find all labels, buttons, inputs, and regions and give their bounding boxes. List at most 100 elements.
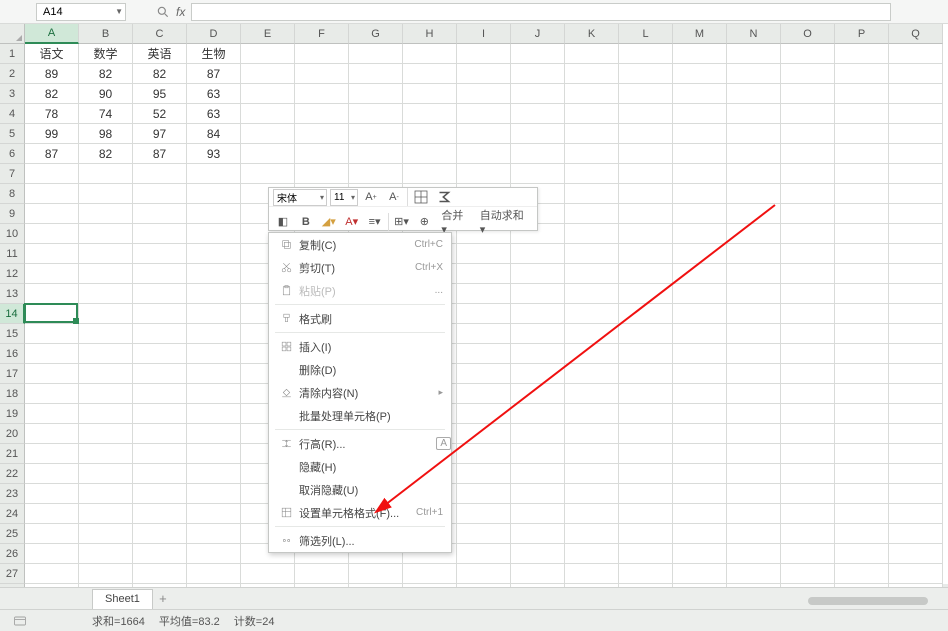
cell[interactable] — [619, 204, 673, 224]
cell[interactable]: 82 — [25, 84, 79, 104]
cell[interactable] — [673, 164, 727, 184]
cell[interactable] — [25, 424, 79, 444]
cell[interactable] — [79, 424, 133, 444]
cell[interactable] — [673, 324, 727, 344]
cell[interactable] — [781, 544, 835, 564]
cell[interactable] — [727, 204, 781, 224]
table-icon[interactable] — [411, 188, 431, 206]
cell[interactable] — [835, 344, 889, 364]
cell[interactable] — [835, 264, 889, 284]
cell[interactable] — [889, 144, 943, 164]
row-header-21[interactable]: 21 — [0, 444, 25, 464]
cell[interactable] — [781, 44, 835, 64]
cell[interactable] — [727, 284, 781, 304]
cell[interactable] — [889, 444, 943, 464]
cell[interactable] — [673, 224, 727, 244]
cell[interactable] — [511, 564, 565, 584]
horizontal-scrollbar-thumb[interactable] — [808, 597, 928, 605]
cell[interactable] — [79, 384, 133, 404]
cell[interactable] — [25, 204, 79, 224]
cell[interactable] — [727, 44, 781, 64]
cell[interactable] — [511, 44, 565, 64]
cell[interactable] — [187, 184, 241, 204]
cell[interactable] — [781, 124, 835, 144]
cell[interactable] — [187, 404, 241, 424]
cell[interactable] — [565, 444, 619, 464]
menu-item[interactable]: 隐藏(H) — [269, 455, 451, 478]
cell[interactable] — [511, 284, 565, 304]
cell[interactable] — [133, 284, 187, 304]
cell[interactable] — [673, 404, 727, 424]
cell[interactable]: 98 — [79, 124, 133, 144]
cell[interactable] — [889, 284, 943, 304]
add-sheet-button[interactable]: + — [153, 589, 173, 609]
column-header-N[interactable]: N — [727, 24, 781, 44]
cell[interactable] — [457, 424, 511, 444]
cell[interactable] — [133, 524, 187, 544]
cell[interactable] — [781, 324, 835, 344]
cell[interactable] — [511, 124, 565, 144]
cell[interactable] — [295, 564, 349, 584]
cell[interactable] — [835, 304, 889, 324]
cell[interactable] — [565, 424, 619, 444]
cell[interactable] — [781, 564, 835, 584]
cell[interactable] — [835, 164, 889, 184]
cell[interactable] — [835, 84, 889, 104]
cell[interactable]: 63 — [187, 84, 241, 104]
cell[interactable] — [673, 524, 727, 544]
menu-item[interactable]: 行高(R)...A — [269, 432, 451, 455]
cell[interactable] — [25, 224, 79, 244]
cell[interactable] — [565, 264, 619, 284]
cell[interactable] — [511, 84, 565, 104]
cell[interactable]: 74 — [79, 104, 133, 124]
cell[interactable] — [511, 444, 565, 464]
cell[interactable] — [25, 444, 79, 464]
cell[interactable] — [619, 224, 673, 244]
cell[interactable] — [673, 364, 727, 384]
cell[interactable] — [79, 324, 133, 344]
cell[interactable] — [511, 544, 565, 564]
cell[interactable] — [187, 264, 241, 284]
cell[interactable] — [565, 84, 619, 104]
cell[interactable] — [727, 504, 781, 524]
row-header-18[interactable]: 18 — [0, 384, 25, 404]
cell[interactable] — [889, 184, 943, 204]
column-header-G[interactable]: G — [349, 24, 403, 44]
cell[interactable] — [79, 524, 133, 544]
cell[interactable] — [727, 544, 781, 564]
cell[interactable] — [457, 504, 511, 524]
row-header-15[interactable]: 15 — [0, 324, 25, 344]
cell[interactable] — [727, 324, 781, 344]
cell[interactable] — [133, 424, 187, 444]
cell[interactable]: 数学 — [79, 44, 133, 64]
cell[interactable] — [133, 244, 187, 264]
cell[interactable] — [781, 384, 835, 404]
cell[interactable] — [889, 564, 943, 584]
cell[interactable] — [781, 224, 835, 244]
font-size-select[interactable]: 11 — [330, 189, 358, 206]
row-header-7[interactable]: 7 — [0, 164, 25, 184]
cell[interactable] — [187, 204, 241, 224]
cell[interactable] — [673, 564, 727, 584]
cell[interactable] — [889, 404, 943, 424]
cell[interactable] — [835, 224, 889, 244]
cell[interactable] — [79, 444, 133, 464]
cell[interactable] — [241, 44, 295, 64]
cell[interactable] — [133, 304, 187, 324]
cell[interactable] — [565, 44, 619, 64]
cell[interactable] — [565, 244, 619, 264]
cell[interactable] — [241, 64, 295, 84]
cell[interactable] — [619, 344, 673, 364]
cell[interactable] — [565, 524, 619, 544]
cell[interactable] — [511, 364, 565, 384]
cell[interactable] — [619, 184, 673, 204]
cell[interactable] — [835, 144, 889, 164]
menu-item[interactable]: 清除内容(N)▸ — [269, 381, 451, 404]
cell[interactable] — [619, 144, 673, 164]
cell[interactable] — [781, 264, 835, 284]
cell[interactable] — [79, 484, 133, 504]
cell[interactable] — [619, 44, 673, 64]
cell[interactable] — [889, 164, 943, 184]
borders-icon[interactable]: ⊞▾ — [392, 213, 412, 231]
cell[interactable] — [673, 484, 727, 504]
